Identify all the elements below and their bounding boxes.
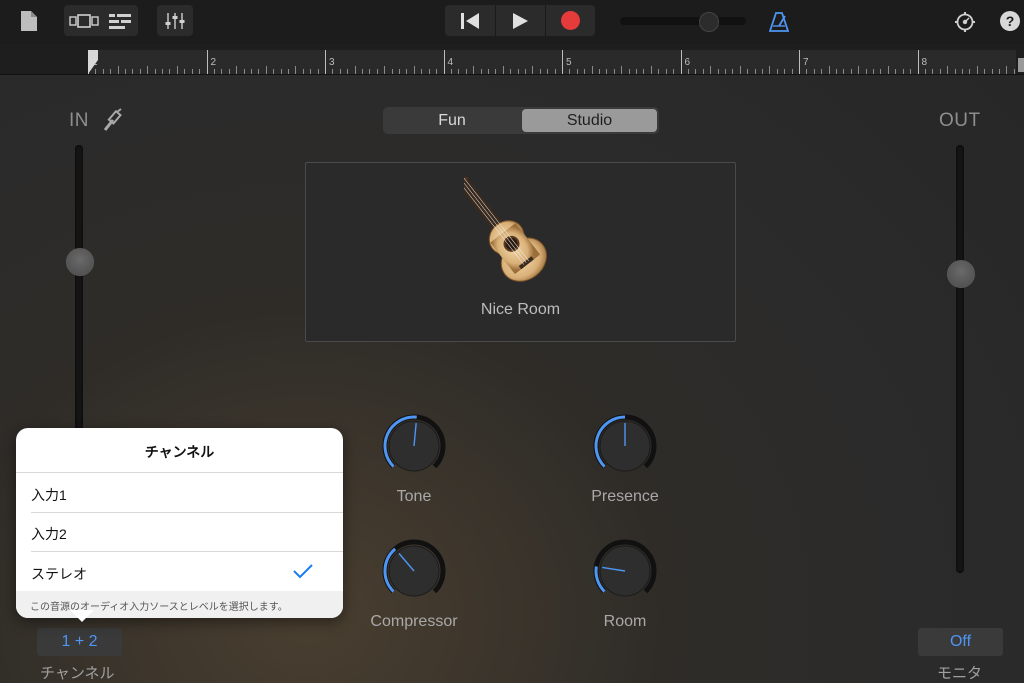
presence-knob[interactable] (592, 413, 658, 479)
acoustic-guitar-icon (449, 167, 584, 297)
transport-controls (445, 5, 595, 36)
timeline-ruler[interactable]: 12345678 (0, 44, 1024, 75)
rewind-icon (461, 12, 479, 29)
preset-name: Nice Room (480, 301, 561, 318)
metronome-icon[interactable] (766, 9, 792, 35)
tone-label: Tone (396, 488, 432, 505)
popover-title: チャンネル (144, 444, 215, 460)
output-level-slider[interactable] (956, 145, 964, 573)
ruler-bar-number: 8 (921, 57, 928, 68)
tab-fun[interactable]: Fun (385, 109, 519, 132)
record-button[interactable] (545, 5, 595, 36)
record-icon (560, 11, 580, 30)
monitor-label: モニタ (937, 665, 983, 682)
play-icon (513, 12, 528, 29)
mode-segmented-control: Fun Studio (383, 107, 659, 134)
list-view-icon[interactable] (104, 7, 136, 34)
play-button[interactable] (495, 5, 545, 36)
input-level-handle[interactable] (66, 248, 94, 276)
compressor-label: Compressor (370, 613, 458, 630)
tab-studio[interactable]: Studio (522, 109, 657, 132)
channel-option-input2[interactable]: 入力2 (31, 524, 67, 544)
tone-knob[interactable] (381, 413, 447, 479)
input-label: IN (69, 110, 89, 131)
ruler-bar-number: 6 (684, 57, 691, 68)
monitor-button[interactable]: Off (918, 628, 1003, 656)
checkmark-icon (292, 563, 314, 584)
settings-icon[interactable] (952, 9, 978, 35)
preset-panel[interactable]: Nice Room (305, 162, 736, 342)
rewind-button[interactable] (445, 5, 495, 36)
help-label: ? (1005, 13, 1015, 29)
popover-arrow (70, 610, 94, 622)
ruler-bar-number: 4 (447, 57, 454, 68)
output-level-handle[interactable] (947, 260, 975, 289)
document-icon[interactable] (17, 8, 41, 34)
master-volume-handle[interactable] (699, 12, 720, 32)
ruler-bar-number: 5 (566, 57, 572, 68)
mixer-icon (157, 7, 193, 34)
compressor-knob[interactable] (381, 538, 447, 604)
channel-popover: チャンネル 入力1 入力2 ステレオ この音源のオーディオ入力ソースとレベルを選… (16, 428, 343, 618)
channel-button[interactable]: 1 + 2 (37, 628, 122, 656)
toolbar: ? (0, 0, 1024, 44)
master-volume-slider[interactable] (620, 17, 746, 25)
input-level-slider[interactable] (75, 145, 83, 435)
view-toggle-group (64, 5, 138, 36)
ruler-bar: 12345678 (88, 50, 1016, 74)
room-knob[interactable] (592, 538, 658, 604)
popover-footer: この音源のオーディオ入力ソースとレベルを選択します。 (30, 602, 288, 613)
ruler-end-handle[interactable] (1018, 58, 1024, 72)
channel-label: チャンネル (40, 665, 115, 682)
channel-option-stereo[interactable]: ステレオ (31, 564, 87, 584)
track-view-icon[interactable] (66, 7, 102, 34)
room-label: Room (603, 613, 647, 630)
playhead-marker[interactable] (88, 50, 100, 79)
ruler-bar-number: 3 (329, 57, 335, 68)
ruler-bar-number: 7 (803, 57, 809, 68)
ruler-bar-number: 2 (210, 57, 217, 68)
mixer-button[interactable] (157, 5, 193, 36)
output-label: OUT (939, 110, 981, 131)
input-jack-icon[interactable] (101, 108, 123, 139)
channel-option-input1[interactable]: 入力1 (31, 485, 67, 505)
help-icon[interactable]: ? (1000, 11, 1020, 31)
presence-label: Presence (591, 488, 659, 505)
